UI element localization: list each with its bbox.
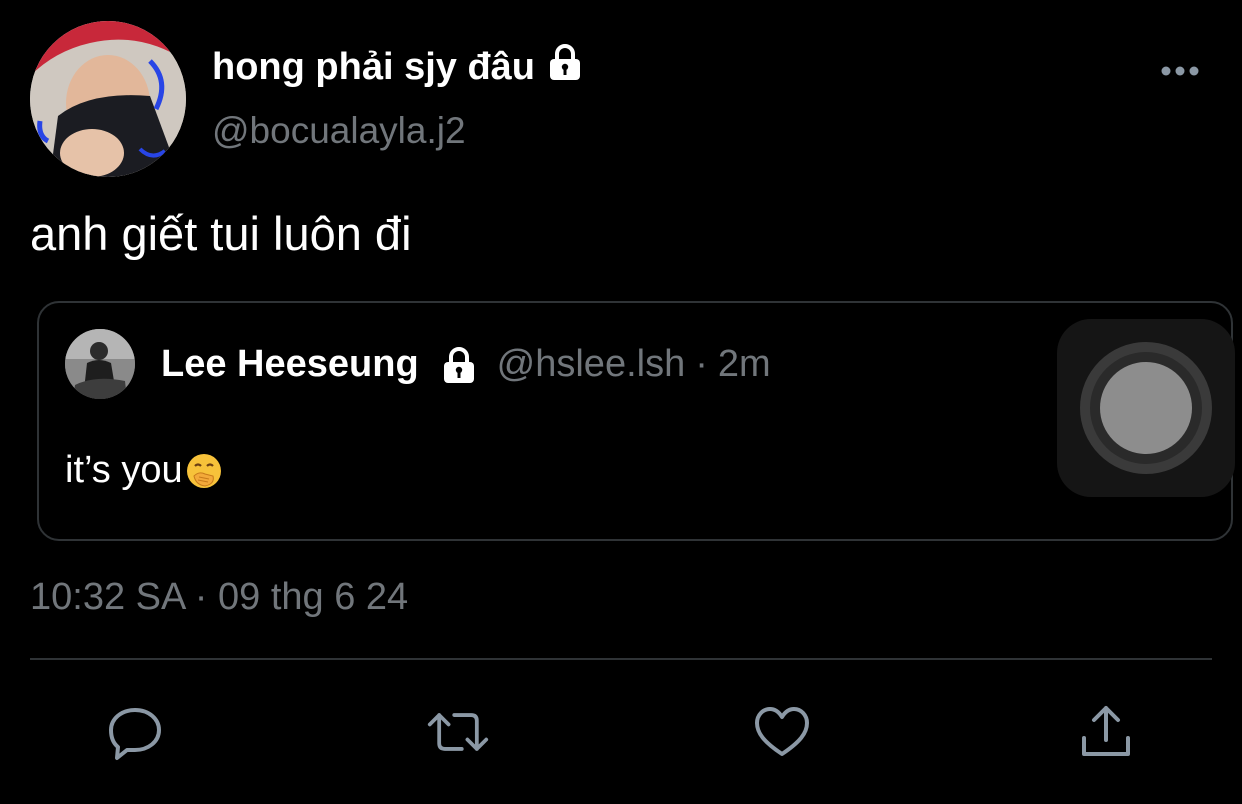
- separator-dot: ·: [695, 343, 708, 385]
- quoted-tweet-time: 2m: [717, 343, 771, 385]
- share-button[interactable]: [1074, 700, 1138, 764]
- author-avatar[interactable]: [30, 21, 186, 177]
- quoted-author-avatar[interactable]: [65, 329, 135, 399]
- lock-icon: [545, 42, 585, 92]
- tweet-timestamp[interactable]: 10:32 SA · 09 thg 6 24: [30, 576, 408, 619]
- tweet-detail-screen: hong phải sjy đâu @bocualayla.j2 anh giế…: [0, 0, 1242, 804]
- author-display-name[interactable]: hong phải sjy đâu: [212, 42, 585, 92]
- quoted-author-handle[interactable]: @hslee.lsh: [497, 343, 686, 386]
- author-avatar-image: [30, 21, 186, 177]
- reply-button[interactable]: [103, 700, 167, 764]
- heart-icon: [755, 707, 809, 756]
- author-display-name-text: hong phải sjy đâu: [212, 45, 536, 88]
- like-button[interactable]: [750, 700, 814, 764]
- face-with-hand-over-mouth-emoji: [185, 452, 223, 490]
- lock-icon: [439, 345, 479, 385]
- more-icon: [1161, 66, 1199, 76]
- retweet-button[interactable]: [426, 700, 490, 764]
- quoted-author-avatar-image: [65, 329, 135, 399]
- assistive-touch-button[interactable]: [1057, 319, 1235, 497]
- tweet-text: anh giết tui luôn đi: [30, 207, 412, 260]
- more-options-button[interactable]: [1158, 58, 1202, 84]
- quoted-author-name[interactable]: Lee Heeseung: [161, 343, 419, 386]
- reply-icon: [109, 708, 161, 760]
- quoted-tweet-header: Lee Heeseung @hslee.lsh · 2m: [161, 343, 771, 386]
- quoted-tweet-card[interactable]: Lee Heeseung @hslee.lsh · 2m it’s you: [37, 301, 1233, 541]
- assistive-touch-core: [1100, 362, 1192, 454]
- divider: [30, 658, 1212, 660]
- author-handle[interactable]: @bocualayla.j2: [212, 110, 466, 152]
- retweet-icon: [427, 713, 489, 751]
- quoted-tweet-text-content: it’s you: [65, 449, 183, 491]
- quoted-tweet-text: it’s you: [65, 449, 223, 492]
- share-icon: [1082, 706, 1130, 756]
